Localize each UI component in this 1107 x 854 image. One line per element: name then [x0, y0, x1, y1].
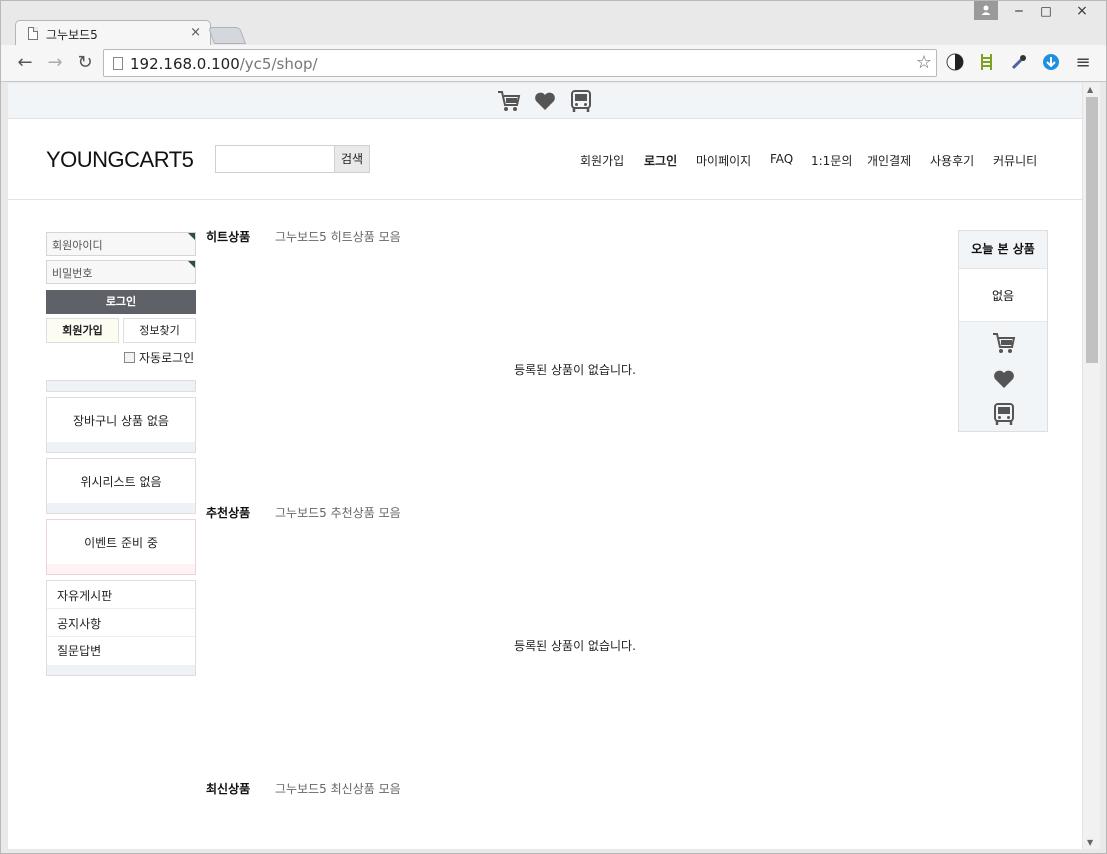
nav-qa[interactable]: 1:1문의 [811, 152, 852, 169]
bus-icon[interactable] [568, 88, 594, 114]
box-footer [47, 442, 195, 452]
board-list-box: 자유게시판 공지사항 질문답변 [46, 580, 196, 676]
section-title-new[interactable]: 최신상품 [206, 780, 250, 797]
event-empty-text: 이벤트 준비 중 [84, 536, 158, 550]
contrast-extension-icon[interactable] [945, 53, 965, 73]
nav-join[interactable]: 회원가입 [580, 152, 624, 169]
vertical-scrollbar[interactable]: ▲ ▼ [1082, 83, 1100, 849]
search-input[interactable] [216, 146, 335, 172]
side-divider-box [46, 380, 196, 392]
site-header: YOUNGCART5 검색 회원가입 로그인 마이페이지 FAQ 1:1문의 개… [8, 119, 1082, 200]
close-window-button[interactable]: × [1061, 1, 1103, 21]
auto-login-checkbox[interactable]: 자동로그인 [124, 349, 194, 366]
divider [47, 636, 195, 637]
box-footer [47, 564, 195, 574]
nav-personal-pay[interactable]: 개인결제 [867, 152, 911, 169]
bus-icon[interactable] [991, 401, 1017, 427]
empty-message-recommend: 등록된 상품이 없습니다. [514, 639, 636, 653]
board-link-qa[interactable]: 질문답변 [57, 642, 101, 659]
cart-icon[interactable] [991, 330, 1017, 356]
nav-mypage[interactable]: 마이페이지 [696, 152, 751, 169]
login-button[interactable]: 로그인 [46, 290, 196, 314]
search-button[interactable]: 검색 [334, 146, 369, 172]
new-tab-button[interactable] [207, 27, 247, 44]
checkbox-icon[interactable] [124, 352, 135, 363]
section-desc-recommend: 그누보드5 추천상품 모음 [275, 506, 401, 520]
heart-icon[interactable] [991, 366, 1017, 392]
scroll-down-arrow[interactable]: ▼ [1087, 838, 1093, 847]
today-viewed-panel: 오늘 본 상품 없음 [958, 230, 1048, 432]
menu-icon[interactable]: ≡ [1073, 53, 1093, 73]
eyedropper-extension-icon[interactable] [1009, 53, 1029, 73]
wish-empty-text: 위시리스트 없음 [80, 475, 162, 489]
tab-close-icon[interactable]: × [190, 25, 201, 40]
browser-tab[interactable]: 그누보드5 × [15, 20, 211, 46]
heart-icon[interactable] [532, 88, 558, 114]
section-title-recommend[interactable]: 추천상품 [206, 504, 250, 521]
url-text[interactable]: 192.168.0.100/yc5/shop/ [130, 55, 318, 73]
scrollbar-thumb[interactable] [1086, 97, 1098, 363]
cart-empty-text: 장바구니 상품 없음 [73, 414, 169, 428]
download-extension-icon[interactable] [1041, 53, 1061, 73]
empty-message-hit: 등록된 상품이 없습니다. [514, 363, 636, 377]
section-title-hit[interactable]: 히트상품 [206, 228, 250, 245]
address-bar[interactable]: 192.168.0.100/yc5/shop/ ☆ [103, 49, 937, 77]
nav-login[interactable]: 로그인 [644, 152, 677, 169]
nav-review[interactable]: 사용후기 [930, 152, 974, 169]
find-info-button[interactable]: 정보찾기 [123, 318, 196, 343]
join-button[interactable]: 회원가입 [46, 318, 119, 343]
wishlist-box: 위시리스트 없음 [46, 458, 196, 514]
bookmark-star-icon[interactable]: ☆ [916, 52, 932, 73]
nav-faq[interactable]: FAQ [770, 152, 793, 166]
forward-button[interactable]: → [43, 51, 67, 75]
cart-icon[interactable] [496, 88, 522, 114]
box-footer [47, 665, 195, 675]
title-bar: 그누보드5 × ‒ □ × [1, 1, 1106, 46]
cart-box: 장바구니 상품 없음 [46, 397, 196, 453]
page-viewport: YOUNGCART5 검색 회원가입 로그인 마이페이지 FAQ 1:1문의 개… [8, 83, 1082, 849]
page-icon [113, 57, 123, 70]
top-icon-bar [8, 83, 1082, 119]
back-button[interactable]: ← [13, 51, 37, 75]
divider [47, 608, 195, 609]
member-id-input[interactable]: 회원아이디 [46, 232, 196, 256]
today-viewed-title: 오늘 본 상품 [959, 231, 1047, 267]
site-logo[interactable]: YOUNGCART5 [46, 147, 194, 173]
password-input[interactable]: 비밀번호 [46, 260, 196, 284]
browser-window: 그누보드5 × ‒ □ × ← → ↻ 192.168.0.100/yc5/sh… [0, 0, 1107, 854]
reload-button[interactable]: ↻ [73, 51, 97, 75]
board-link-free[interactable]: 자유게시판 [57, 587, 112, 604]
maximize-button[interactable]: □ [1035, 1, 1057, 21]
box-footer [47, 503, 195, 513]
minimize-button[interactable]: ‒ [1008, 1, 1030, 21]
today-viewed-empty: 없음 [959, 268, 1047, 322]
user-icon[interactable] [974, 1, 998, 20]
section-desc-hit: 그누보드5 히트상품 모음 [275, 230, 401, 244]
browser-toolbar: ← → ↻ 192.168.0.100/yc5/shop/ ☆ ≡ [1, 45, 1106, 82]
search-form: 검색 [215, 145, 370, 173]
event-box: 이벤트 준비 중 [46, 519, 196, 575]
tab-title: 그누보드5 [46, 28, 98, 42]
scroll-up-arrow[interactable]: ▲ [1087, 85, 1093, 94]
board-link-notice[interactable]: 공지사항 [57, 615, 101, 632]
section-desc-new: 그누보드5 최신상품 모음 [275, 782, 401, 796]
nav-community[interactable]: 커뮤니티 [993, 152, 1037, 169]
page-icon [28, 27, 38, 40]
ladder-extension-icon[interactable] [977, 53, 997, 73]
